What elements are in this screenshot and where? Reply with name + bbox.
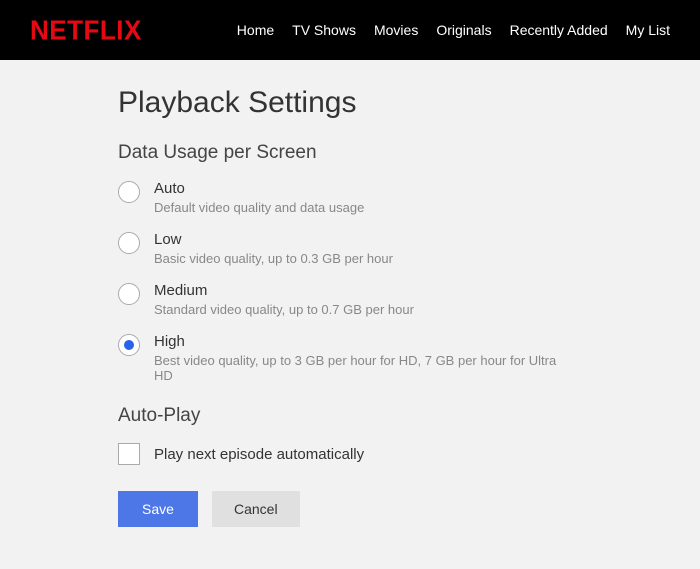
radio-auto[interactable]: [118, 181, 140, 203]
radio-high[interactable]: [118, 334, 140, 356]
option-high-label: High: [154, 333, 560, 350]
radio-medium[interactable]: [118, 283, 140, 305]
section-data-usage: Data Usage per Screen: [118, 142, 560, 164]
buttons: Save Cancel: [118, 491, 560, 527]
option-medium[interactable]: Medium Standard video quality, up to 0.7…: [118, 282, 560, 317]
content: Playback Settings Data Usage per Screen …: [0, 60, 560, 527]
nav-my-list[interactable]: My List: [626, 22, 670, 38]
autoplay-label: Play next episode automatically: [154, 446, 364, 463]
nav-movies[interactable]: Movies: [374, 22, 418, 38]
option-high[interactable]: High Best video quality, up to 3 GB per …: [118, 333, 560, 383]
option-high-desc: Best video quality, up to 3 GB per hour …: [154, 353, 560, 383]
autoplay-row[interactable]: Play next episode automatically: [118, 443, 560, 465]
header: NETFLIX Home TV Shows Movies Originals R…: [0, 0, 700, 60]
option-auto-texts: Auto Default video quality and data usag…: [154, 180, 364, 215]
option-medium-texts: Medium Standard video quality, up to 0.7…: [154, 282, 414, 317]
section-autoplay: Auto-Play: [118, 405, 560, 427]
option-low-texts: Low Basic video quality, up to 0.3 GB pe…: [154, 231, 393, 266]
netflix-logo: NETFLIX: [30, 14, 142, 47]
main-nav: Home TV Shows Movies Originals Recently …: [237, 22, 670, 38]
nav-originals[interactable]: Originals: [436, 22, 491, 38]
option-auto-desc: Default video quality and data usage: [154, 200, 364, 215]
nav-tvshows[interactable]: TV Shows: [292, 22, 356, 38]
autoplay-checkbox[interactable]: [118, 443, 140, 465]
option-low[interactable]: Low Basic video quality, up to 0.3 GB pe…: [118, 231, 560, 266]
page-title: Playback Settings: [118, 86, 560, 120]
data-usage-group: Auto Default video quality and data usag…: [118, 180, 560, 383]
radio-low[interactable]: [118, 232, 140, 254]
nav-home[interactable]: Home: [237, 22, 274, 38]
option-auto-label: Auto: [154, 180, 364, 197]
option-low-label: Low: [154, 231, 393, 248]
cancel-button[interactable]: Cancel: [212, 491, 300, 527]
save-button[interactable]: Save: [118, 491, 198, 527]
option-auto[interactable]: Auto Default video quality and data usag…: [118, 180, 560, 215]
option-low-desc: Basic video quality, up to 0.3 GB per ho…: [154, 251, 393, 266]
option-medium-desc: Standard video quality, up to 0.7 GB per…: [154, 302, 414, 317]
option-high-texts: High Best video quality, up to 3 GB per …: [154, 333, 560, 383]
nav-recently-added[interactable]: Recently Added: [510, 22, 608, 38]
option-medium-label: Medium: [154, 282, 414, 299]
